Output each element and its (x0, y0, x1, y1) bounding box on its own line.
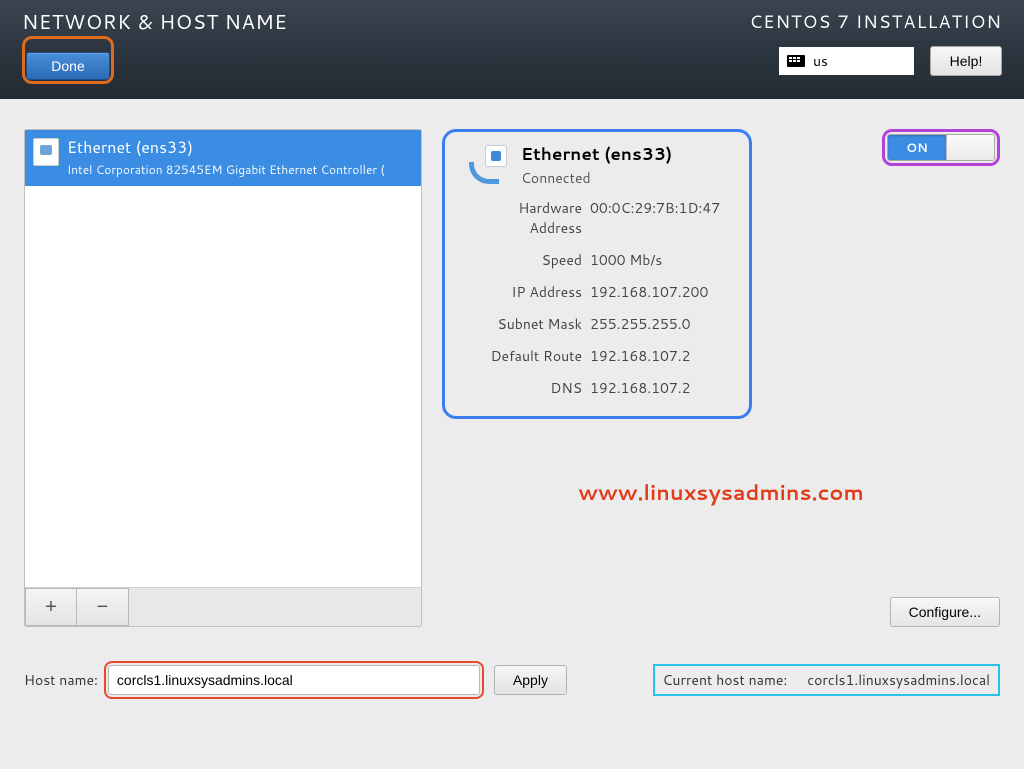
connection-detail-card: Ethernet (ens33) Connected Hardware Addr… (442, 129, 752, 419)
value-speed: 1000 Mb/s (590, 250, 729, 270)
hostname-label: Host name: (24, 670, 98, 690)
installer-title: CENTOS 7 INSTALLATION (749, 0, 1002, 34)
value-hwaddr: 00:0C:29:7B:1D:47 (590, 198, 729, 238)
help-button[interactable]: Help! (930, 46, 1002, 76)
ethernet-cable-icon (465, 143, 509, 187)
connection-toggle[interactable]: ON (887, 134, 995, 161)
device-item-selected[interactable]: Ethernet (ens33) Intel Corporation 82545… (25, 130, 421, 186)
device-list-panel: Ethernet (ens33) Intel Corporation 82545… (24, 129, 422, 627)
ethernet-port-icon (33, 138, 59, 166)
label-route: Default Route (465, 346, 590, 366)
header-bar: NETWORK & HOST NAME Done CENTOS 7 INSTAL… (0, 0, 1024, 99)
current-hostname-value: corcls1.linuxsysadmins.local (807, 670, 990, 690)
current-hostname-label: Current host name: (663, 670, 788, 690)
label-ip: IP Address (465, 282, 590, 302)
done-button[interactable]: Done (26, 52, 110, 80)
label-dns: DNS (465, 378, 590, 398)
current-hostname-box: Current host name: corcls1.linuxsysadmin… (653, 664, 1000, 696)
value-ip: 192.168.107.200 (590, 282, 729, 302)
keyboard-layout-label: us (813, 51, 828, 71)
toggle-knob (946, 135, 994, 160)
device-item-subtitle: Intel Corporation 82545EM Gigabit Ethern… (67, 161, 385, 178)
label-mask: Subnet Mask (465, 314, 590, 334)
add-device-button[interactable]: + (25, 588, 77, 626)
value-route: 192.168.107.2 (590, 346, 729, 366)
hostname-input[interactable] (108, 665, 480, 695)
value-mask: 255.255.255.0 (590, 314, 729, 334)
keyboard-icon (787, 55, 805, 67)
page-title: NETWORK & HOST NAME (22, 0, 287, 36)
device-item-title: Ethernet (ens33) (67, 136, 385, 159)
label-hwaddr: Hardware Address (465, 198, 590, 238)
watermark-text: www.linuxsysadmins.com (442, 477, 1000, 507)
apply-hostname-button[interactable]: Apply (494, 665, 567, 695)
configure-button[interactable]: Configure... (890, 597, 1000, 627)
label-speed: Speed (465, 250, 590, 270)
toggle-on-label: ON (888, 135, 946, 160)
keyboard-indicator[interactable]: us (779, 47, 914, 75)
connection-status: Connected (521, 168, 672, 188)
connection-name: Ethernet (ens33) (521, 142, 672, 166)
device-list[interactable]: Ethernet (ens33) Intel Corporation 82545… (25, 130, 421, 588)
value-dns: 192.168.107.2 (590, 378, 729, 398)
remove-device-button[interactable]: − (77, 588, 129, 626)
